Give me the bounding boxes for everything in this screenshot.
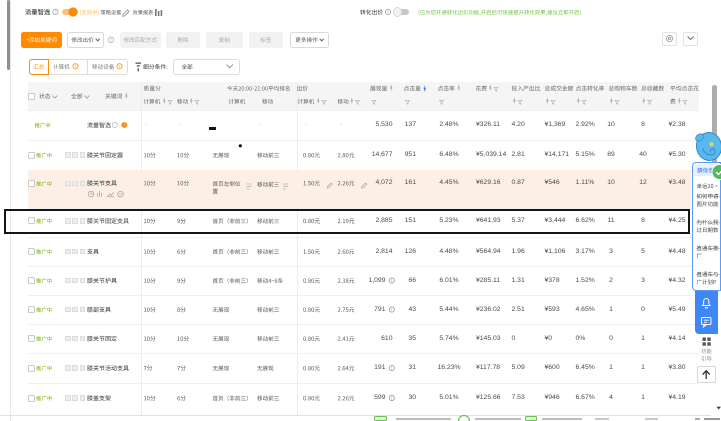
svg-text:!: ! — [75, 64, 76, 69]
svg-text:!: ! — [391, 307, 392, 312]
svg-text:!: ! — [391, 278, 392, 283]
svg-text:!: ! — [119, 64, 120, 69]
svg-text:!: ! — [124, 123, 125, 128]
svg-text:!: ! — [391, 396, 392, 401]
svg-text:?: ? — [110, 38, 113, 43]
svg-text:!: ! — [391, 366, 392, 371]
